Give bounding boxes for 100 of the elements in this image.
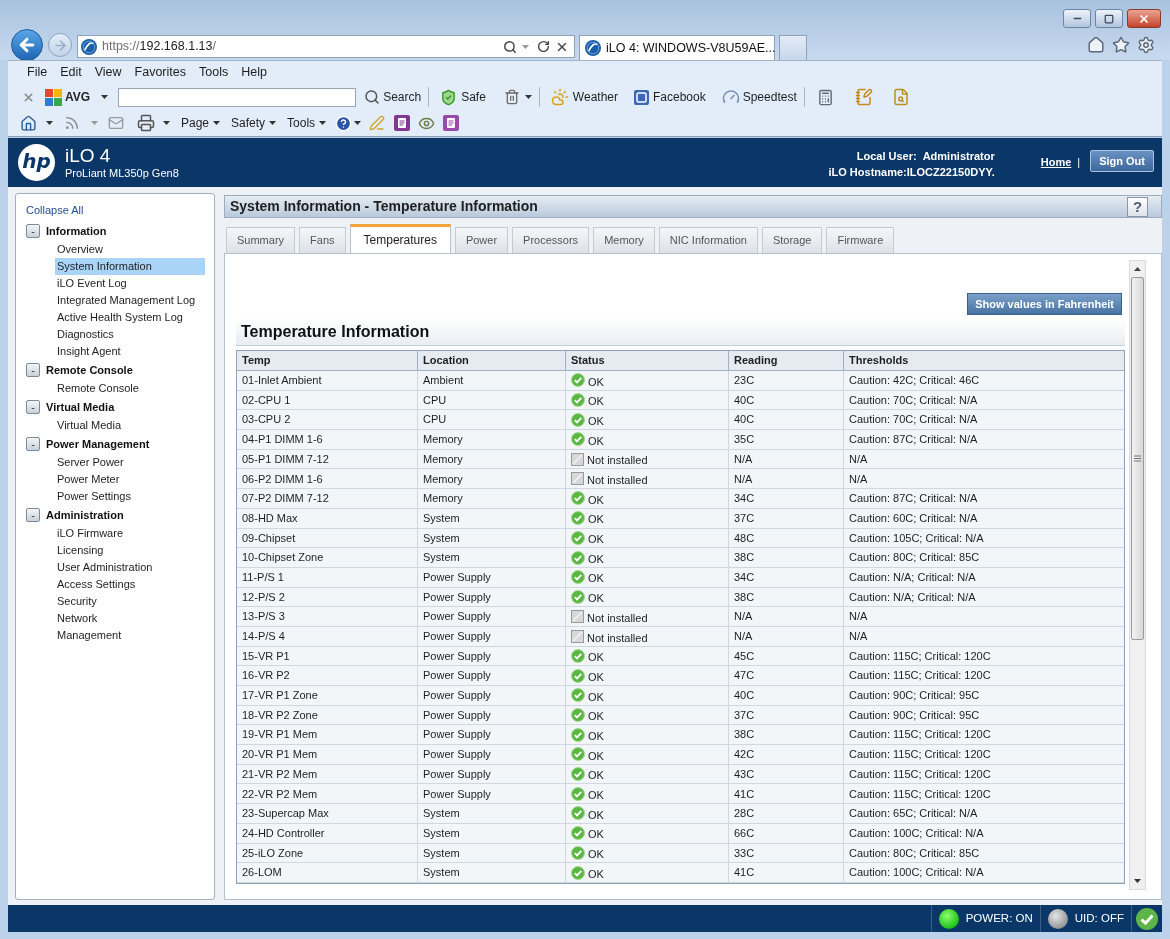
nav-link[interactable]: iLO Event Log	[55, 275, 205, 292]
collapse-toggle[interactable]: -	[26, 400, 40, 414]
home-link[interactable]: Home	[1040, 154, 1072, 171]
brand-logo: hp	[18, 144, 55, 181]
nav-link[interactable]: User Administration	[55, 559, 205, 576]
table-cell: 38C	[729, 725, 844, 745]
nav-link[interactable]: Licensing	[55, 542, 205, 559]
nav-link[interactable]: iLO Firmware	[55, 525, 205, 542]
page-tab[interactable]: Fans	[299, 227, 346, 253]
search-field[interactable]	[118, 87, 357, 107]
caret-icon[interactable]	[524, 95, 532, 99]
nav-link[interactable]: System Information	[55, 258, 205, 275]
caret-icon[interactable]	[213, 121, 221, 125]
nav-group-label[interactable]: Virtual Media	[46, 398, 115, 416]
collapse-toggle[interactable]: -	[26, 508, 40, 522]
table-cell: Power Supply	[418, 764, 566, 784]
grip-icon	[1134, 455, 1141, 462]
page-tab[interactable]: Firmware	[826, 227, 895, 253]
scrollbar-thumb[interactable]	[1131, 277, 1144, 640]
nav-link[interactable]: Active Health System Log	[55, 309, 205, 326]
menu-item[interactable]: File	[27, 63, 48, 82]
caret-icon[interactable]	[101, 95, 109, 99]
nav-link[interactable]: Access Settings	[55, 576, 205, 593]
collapse-toggle[interactable]: -	[26, 437, 40, 451]
printer-icon[interactable]	[137, 114, 155, 132]
safe-button[interactable]: Safe	[440, 88, 486, 106]
nav-link[interactable]: Server Power	[55, 454, 205, 471]
nav-link[interactable]: Overview	[55, 241, 205, 258]
menu-item[interactable]: View	[94, 63, 122, 82]
page-tab[interactable]: Memory	[593, 227, 655, 253]
nav-link[interactable]: Integrated Management Log	[55, 292, 205, 309]
trash-icon[interactable]	[503, 89, 520, 105]
command-menu-button[interactable]: Tools	[287, 114, 327, 132]
note-tile-icon[interactable]	[443, 115, 460, 131]
nav-link[interactable]: Power Settings	[55, 488, 205, 505]
menu-item[interactable]: Help	[241, 63, 267, 82]
nav-link[interactable]: Network	[55, 610, 205, 627]
menu-item[interactable]: Tools	[199, 63, 229, 82]
nav-link[interactable]: Security	[55, 593, 205, 610]
toolbar-brand[interactable]: AVG	[65, 88, 91, 106]
page-tab[interactable]: Processors	[512, 227, 590, 253]
settings-icon[interactable]	[1137, 36, 1155, 54]
close-button[interactable]	[1127, 9, 1161, 28]
caret-icon[interactable]	[269, 121, 277, 125]
menu-item[interactable]: Favorites	[134, 63, 186, 82]
sign-out-button[interactable]: Sign Out	[1090, 150, 1154, 172]
page-tab[interactable]: Temperatures	[349, 224, 451, 253]
page-tab[interactable]: NIC Information	[658, 227, 758, 253]
nav-group-label[interactable]: Administration	[46, 506, 124, 524]
table-cell-text: Caution: 60C; Critical: N/A	[848, 510, 979, 526]
caret-icon[interactable]	[1134, 879, 1141, 883]
refresh-icon[interactable]	[537, 40, 550, 53]
table-cell: 42C	[729, 745, 844, 764]
collapse-all-link[interactable]: Collapse All	[26, 201, 84, 219]
facebook-button[interactable]: Facebook	[634, 88, 706, 106]
nav-group-label[interactable]: Remote Console	[46, 361, 133, 379]
command-menu-button[interactable]: Page	[181, 114, 221, 132]
nav-group-label[interactable]: Power Management	[46, 435, 150, 453]
address-field[interactable]: https://192.168.1.13/	[102, 37, 498, 56]
command-menu-button[interactable]: Safety	[231, 114, 277, 132]
help-icon[interactable]	[335, 114, 353, 132]
caret-icon[interactable]	[319, 121, 327, 125]
caret-icon[interactable]	[46, 121, 53, 125]
minimize-button[interactable]	[1063, 9, 1091, 28]
logo-icon[interactable]	[45, 88, 62, 106]
nav-link[interactable]: Management	[55, 627, 205, 644]
caret-icon[interactable]	[354, 121, 362, 125]
speedtest-button[interactable]: Speedtest	[721, 88, 797, 106]
nav-link[interactable]: Virtual Media	[55, 417, 205, 434]
nav-link[interactable]: Diagnostics	[55, 326, 205, 343]
calculator-icon[interactable]	[816, 88, 834, 106]
weather-button[interactable]: Weather	[550, 88, 618, 106]
back-button[interactable]	[11, 29, 43, 61]
page-tab[interactable]: Summary	[226, 227, 296, 253]
table-cell-text: N/A	[848, 609, 869, 625]
table-cell: Power Supply	[418, 626, 566, 646]
notepad-icon[interactable]	[854, 88, 873, 106]
caret-icon[interactable]	[163, 121, 170, 125]
star-icon[interactable]	[1112, 36, 1130, 54]
nav-link[interactable]: Power Meter	[55, 471, 205, 488]
home-icon[interactable]	[20, 114, 37, 132]
home-icon[interactable]	[1087, 36, 1105, 54]
help-button[interactable]: ?	[1127, 196, 1148, 217]
nav-link[interactable]: Remote Console	[55, 380, 205, 397]
page-tab[interactable]: Storage	[761, 227, 823, 253]
collapse-toggle[interactable]: -	[26, 363, 40, 377]
table-cell: N/A	[729, 607, 844, 626]
maximize-button[interactable]	[1095, 9, 1123, 28]
browser-tab[interactable]: iLO 4: WINDOWS-V8U59AE...	[579, 35, 775, 60]
collapse-toggle[interactable]: -	[26, 224, 40, 238]
search-icon[interactable]	[503, 39, 517, 54]
note-tile-icon[interactable]	[394, 115, 411, 131]
page-tab[interactable]: Power	[454, 227, 509, 253]
fahrenheit-button[interactable]: Show values in Fahrenheit	[967, 293, 1122, 315]
nav-group-label[interactable]: Information	[46, 222, 107, 240]
menu-item[interactable]: Edit	[60, 63, 82, 82]
status-text: OK	[588, 709, 604, 725]
search-button[interactable]: Search	[364, 88, 422, 106]
feed-icon[interactable]	[64, 115, 80, 131]
nav-link[interactable]: Insight Agent	[55, 343, 205, 360]
